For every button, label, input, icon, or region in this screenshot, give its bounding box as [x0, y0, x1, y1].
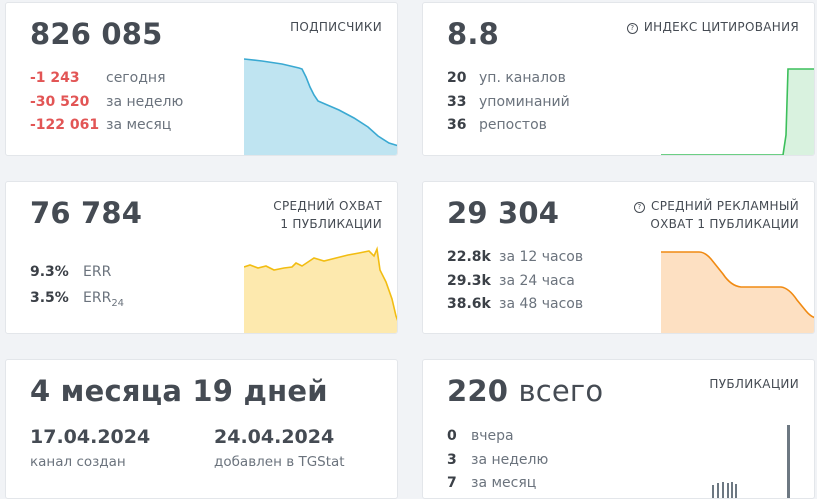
ad-reach-label: ? СРЕДНИЙ РЕКЛАМНЫЙ ОХВАТ 1 ПУБЛИКАЦИИ	[634, 197, 799, 233]
stat-row: 9.3% ERR	[30, 259, 124, 285]
stat-desc: вчера	[471, 428, 514, 444]
posts-stats: 0 вчера 3 за неделю 7 за месяц	[447, 425, 548, 496]
stat-row: 3 за неделю	[447, 449, 548, 473]
stat-value: 0	[447, 428, 457, 444]
stat-desc: за неделю	[106, 93, 184, 110]
stat-desc: за месяц	[471, 475, 537, 491]
stat-row: 0 вчера	[447, 425, 548, 449]
stat-desc: ERR24	[83, 290, 125, 309]
stat-desc: ERR	[83, 264, 112, 280]
stat-row: 36 репостов	[447, 114, 570, 138]
post-bar	[717, 483, 719, 498]
posts-count: 220 всего	[447, 374, 604, 408]
stat-desc: за 48 часов	[499, 296, 584, 312]
sparkline-area	[244, 59, 397, 155]
stat-row: 33 упоминаний	[447, 91, 570, 115]
posts-bar-chart	[712, 425, 790, 498]
stat-desc: репостов	[479, 117, 547, 133]
ad-reach-stats: 22.8k за 12 часов 29.3k за 24 часа 38.6k за…	[447, 246, 583, 317]
stat-value: -1 243	[30, 70, 80, 86]
question-icon[interactable]: ?	[626, 23, 638, 34]
added-date-block: 24.04.2024 добавлен в TGStat	[214, 426, 345, 470]
stat-value: 3	[447, 451, 457, 468]
subscribers-count: 826 085	[30, 17, 163, 51]
post-bar	[735, 484, 737, 498]
stat-value: 20	[447, 70, 467, 86]
stat-desc: за 24 часа	[499, 272, 575, 289]
question-icon[interactable]: ?	[634, 202, 646, 213]
stat-row: 29.3k за 24 часа	[447, 270, 583, 294]
ad-reach-card[interactable]: 29 304 ? СРЕДНИЙ РЕКЛАМНЫЙ ОХВАТ 1 ПУБЛИКА…	[422, 181, 815, 334]
stat-row: -122 061 за месяц	[30, 114, 183, 138]
stat-row: 7 за месяц	[447, 472, 548, 496]
citation-stats: 20 уп. каналов 33 упоминаний 36 репостов	[447, 67, 570, 138]
stat-row: 20 уп. каналов	[447, 67, 570, 91]
stat-value: 33	[447, 93, 467, 110]
created-date-block: 17.04.2024 канал создан	[30, 426, 150, 470]
sparkline-area	[661, 69, 814, 155]
channel-age-value: 4 месяца 19 дней	[30, 374, 328, 408]
channel-age-card[interactable]: 4 месяца 19 дней 17.04.2024 канал создан…	[5, 359, 398, 499]
created-label: канал создан	[30, 454, 126, 470]
stat-value: 29.3k	[447, 272, 491, 289]
citation-index-label: ? ИНДЕКС ЦИТИРОВАНИЯ	[626, 18, 799, 36]
ad-reach-value: 29 304	[447, 196, 560, 230]
average-reach-value: 76 784	[30, 196, 143, 230]
stat-row: 3.5% ERR24	[30, 285, 124, 317]
added-label: добавлен в TGStat	[214, 454, 345, 470]
created-date: 17.04.2024	[30, 426, 151, 448]
post-bar	[712, 485, 714, 498]
reach-stats: 9.3% ERR 3.5% ERR24	[30, 259, 124, 317]
subscribers-sparkline	[244, 58, 397, 155]
posts-card[interactable]: 220 всего ПУБЛИКАЦИИ 0 вчера 3 за неделю 7…	[422, 359, 815, 499]
subscribers-stats: -1 243 сегодня -30 520 за неделю -122 061 з…	[30, 67, 183, 138]
added-date: 24.04.2024	[214, 426, 335, 448]
post-bar	[731, 482, 733, 498]
stat-desc: упоминаний	[479, 93, 570, 110]
average-reach-label: СРЕДНИЙ ОХВАТ 1 ПУБЛИКАЦИИ	[273, 199, 382, 231]
stat-value: 36	[447, 117, 467, 133]
stat-desc: за 12 часов	[499, 249, 584, 265]
post-bar	[787, 425, 790, 498]
subscribers-card[interactable]: 826 085 ПОДПИСЧИКИ -1 243 сегодня -30 520…	[5, 2, 398, 156]
stat-value: 3.5%	[30, 290, 69, 306]
citation-index-value: 8.8	[447, 17, 499, 51]
stat-row: -30 520 за неделю	[30, 91, 183, 115]
ad-reach-sparkline	[661, 251, 814, 333]
citation-index-card[interactable]: 8.8 ? ИНДЕКС ЦИТИРОВАНИЯ 20 уп. каналов 33…	[422, 2, 815, 156]
stat-row: 38.6k за 48 часов	[447, 293, 583, 317]
stat-value: 9.3%	[30, 264, 69, 280]
stat-value: 22.8k	[447, 249, 491, 265]
post-bar	[727, 483, 729, 498]
stat-desc: за неделю	[471, 451, 549, 468]
sparkline-area	[244, 249, 397, 333]
posts-label: ПУБЛИКАЦИИ	[709, 377, 799, 391]
stat-value: 38.6k	[447, 296, 491, 312]
stat-value: -30 520	[30, 93, 90, 110]
stat-desc: сегодня	[106, 70, 166, 86]
stat-desc: за месяц	[106, 117, 172, 133]
stat-row: -1 243 сегодня	[30, 67, 183, 91]
stat-value: 7	[447, 475, 457, 491]
stat-value: -122 061	[30, 117, 100, 133]
reach-sparkline	[244, 246, 397, 333]
citation-sparkline	[661, 68, 814, 155]
stat-row: 22.8k за 12 часов	[447, 246, 583, 270]
average-reach-card[interactable]: 76 784 СРЕДНИЙ ОХВАТ 1 ПУБЛИКАЦИИ 9.3% ERR…	[5, 181, 398, 334]
post-bar	[722, 482, 724, 498]
stat-desc: уп. каналов	[479, 70, 566, 86]
subscribers-label: ПОДПИСЧИКИ	[290, 20, 382, 34]
